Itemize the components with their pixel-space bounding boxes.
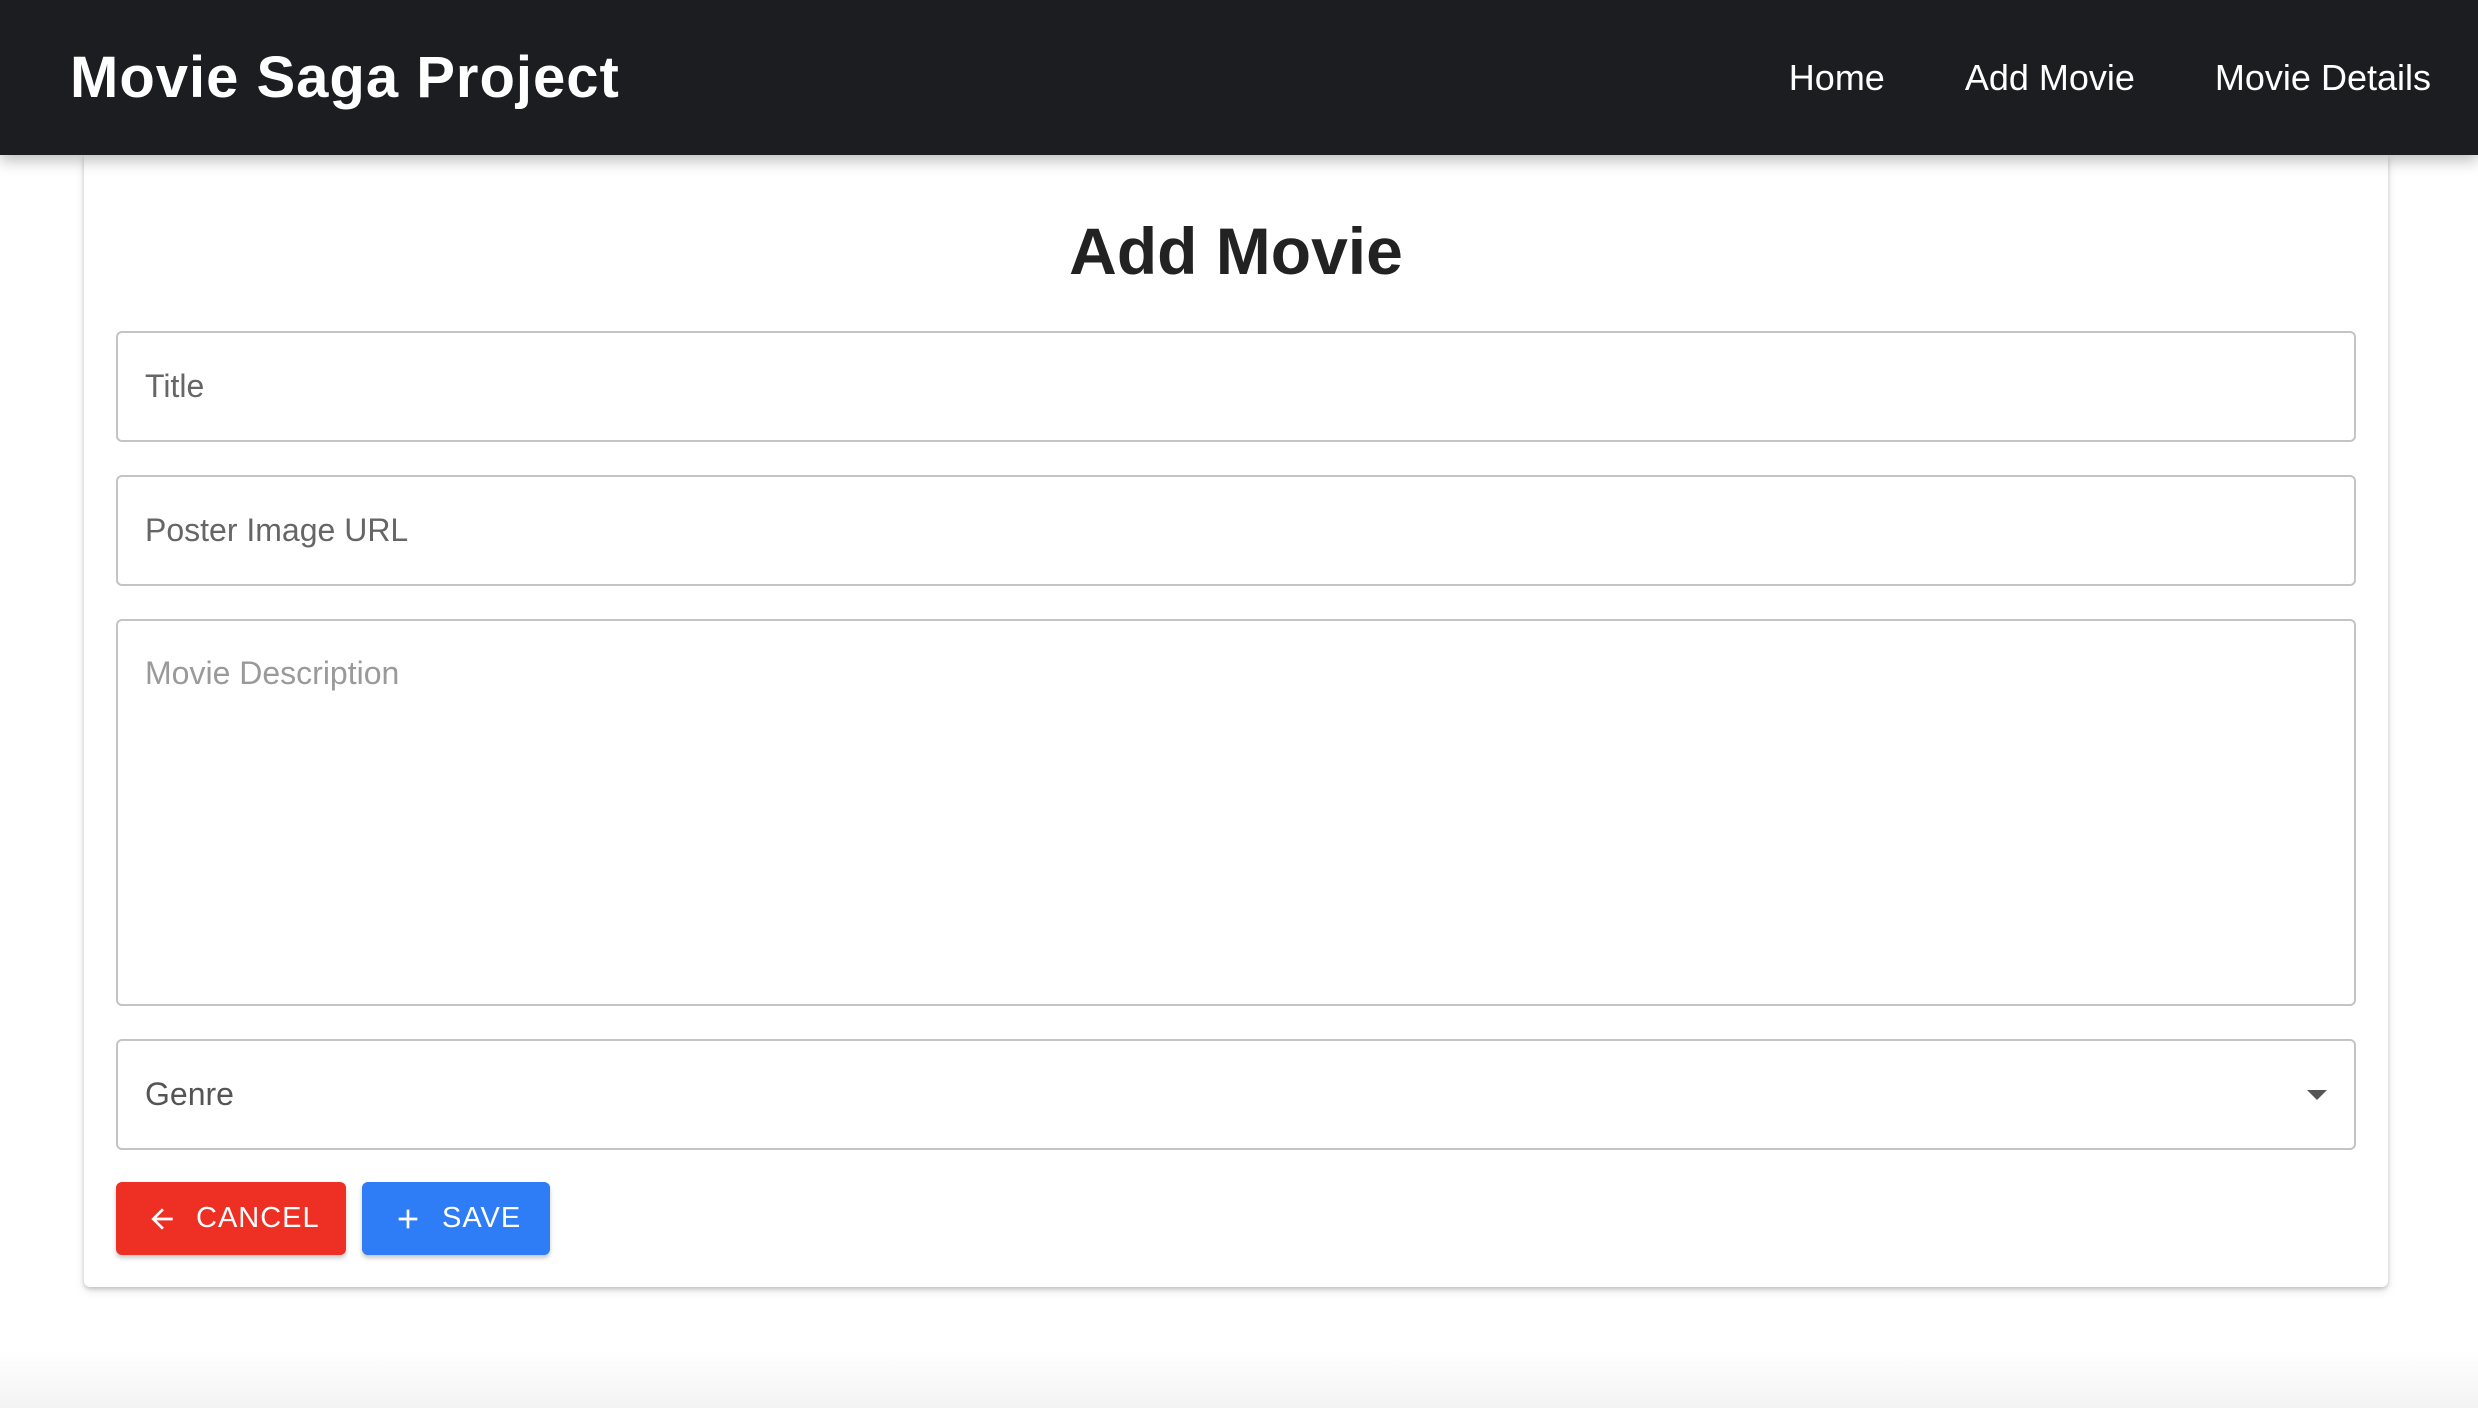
brand-title[interactable]: Movie Saga Project (70, 44, 620, 111)
arrow-left-icon (146, 1203, 178, 1235)
navbar: Movie Saga Project Home Add Movie Movie … (0, 0, 2478, 155)
nav-link-add-movie[interactable]: Add Movie (1965, 57, 2135, 99)
description-textarea[interactable] (116, 619, 2356, 1006)
nav-link-home[interactable]: Home (1789, 57, 1885, 99)
save-button[interactable]: SAVE (362, 1182, 550, 1255)
genre-select-label: Genre (145, 1076, 234, 1112)
add-movie-card: Add Movie Genre CANCEL SAVE (84, 155, 2388, 1287)
genre-select[interactable]: Genre (116, 1039, 2356, 1150)
caret-down-icon (2307, 1089, 2327, 1100)
poster-url-input[interactable] (116, 475, 2356, 586)
plus-icon (392, 1203, 424, 1235)
page-title: Add Movie (1069, 214, 1403, 288)
cancel-button[interactable]: CANCEL (116, 1182, 346, 1255)
nav-links: Home Add Movie Movie Details (1709, 57, 2431, 99)
title-input[interactable] (116, 331, 2356, 442)
page-bottom-shade (0, 1350, 2478, 1408)
cancel-button-label: CANCEL (196, 1202, 320, 1234)
nav-link-movie-details[interactable]: Movie Details (2215, 57, 2431, 99)
save-button-label: SAVE (442, 1202, 522, 1234)
